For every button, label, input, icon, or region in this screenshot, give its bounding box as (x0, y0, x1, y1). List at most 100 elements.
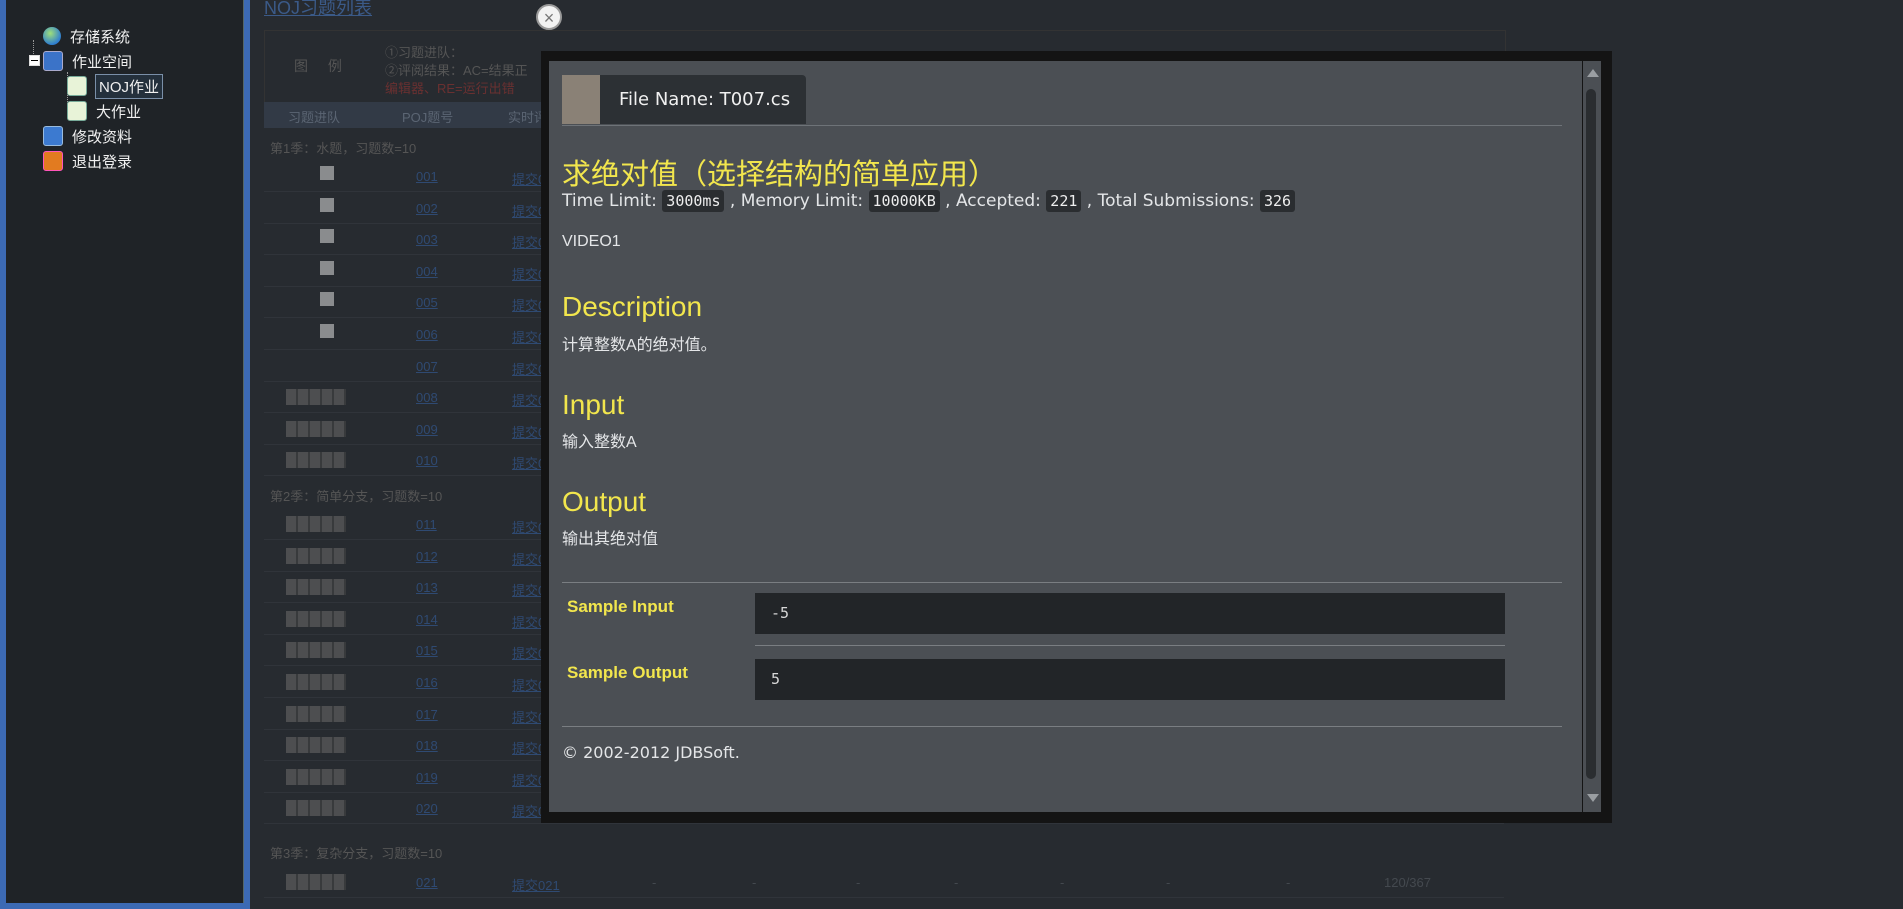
problem-number[interactable]: 017 (416, 707, 438, 722)
problem-number[interactable]: 015 (416, 643, 438, 658)
page-title[interactable]: NOJ习题列表 (264, 0, 372, 20)
tree-item-label: 修改资料 (72, 128, 133, 146)
close-icon[interactable]: × (536, 4, 562, 30)
tree-item-label: NOJ作业 (94, 73, 164, 99)
completed-check-icon (320, 166, 334, 180)
problem-number[interactable]: 011 (416, 517, 437, 532)
total-submissions-label: , Total Submissions: (1086, 191, 1255, 211)
problem-number[interactable]: 003 (416, 232, 438, 247)
total-submissions-value: 326 (1259, 190, 1296, 212)
problem-number[interactable]: 021 (416, 875, 438, 890)
table-cell: - (1060, 875, 1065, 890)
file-tab-strip: File Name: T007.cs (562, 75, 1562, 126)
progress-arrows-icon (286, 737, 346, 754)
progress-arrows-icon (286, 547, 346, 564)
tree-item-label: 存储系统 (70, 28, 131, 46)
progress-arrows-icon (286, 516, 346, 532)
legend-text: ②评阅结果：AC=结果正 (385, 63, 528, 78)
tree-item-logout[interactable]: 退出登录 (43, 150, 132, 172)
navigation-tree: 存储系统 作业空间 NOJ作业 大作业 修改资料 退出登录 (6, 0, 244, 903)
problem-number[interactable]: 014 (416, 612, 438, 627)
problem-number[interactable]: 004 (416, 264, 438, 279)
problem-number[interactable]: 001 (416, 169, 438, 184)
problem-number[interactable]: 005 (416, 295, 438, 310)
legend-label: 图 例 (294, 58, 350, 74)
tree-item-workspace[interactable]: 作业空间 (43, 50, 132, 72)
tree-item-storage[interactable]: 存储系统 (43, 25, 130, 47)
time-limit-value: 3000ms (662, 190, 725, 212)
tab-file-name[interactable]: File Name: T007.cs (600, 75, 806, 124)
problem-number[interactable]: 006 (416, 327, 438, 342)
table-cell: - (752, 875, 757, 890)
submit-link[interactable]: 提交021 (512, 875, 560, 894)
globe-icon (43, 27, 61, 45)
output-heading: Output (562, 486, 647, 517)
problem-number[interactable]: 007 (416, 359, 438, 374)
tree-item-edit-profile[interactable]: 修改资料 (43, 125, 132, 147)
column-header: 习题进队 (288, 110, 341, 125)
problem-title: 求绝对值（选择结构的简单应用） (562, 157, 998, 191)
table-cell: - (954, 875, 959, 890)
problem-number[interactable]: 002 (416, 201, 438, 216)
table-row: 021 提交021 - - - - - - - 120/367 (264, 866, 1504, 898)
divider (755, 645, 1505, 646)
progress-arrows-icon (286, 674, 346, 690)
scroll-down-arrow-icon[interactable] (1587, 794, 1599, 802)
progress-arrows-icon (286, 874, 346, 890)
time-limit-label: Time Limit: (562, 191, 657, 211)
output-text: 输出其绝对值 (562, 531, 659, 548)
workspace-icon (43, 51, 63, 71)
divider (562, 582, 1562, 583)
table-cell: - (1286, 875, 1291, 890)
progress-arrows-icon (286, 389, 346, 406)
table-cell: - (652, 875, 657, 890)
problem-number[interactable]: 019 (416, 770, 438, 785)
progress-arrows-icon (286, 768, 346, 785)
completed-check-icon (320, 229, 334, 244)
progress-arrows-icon (286, 610, 346, 627)
problem-number[interactable]: 016 (416, 675, 438, 690)
tree-item-big-homework[interactable]: 大作业 (67, 100, 141, 122)
modal-scrollbar[interactable] (1583, 61, 1601, 812)
progress-arrows-icon (286, 800, 346, 817)
completed-check-icon (320, 292, 334, 307)
document-icon (67, 101, 87, 121)
problem-number[interactable]: 012 (416, 549, 438, 564)
accepted-value: 221 (1046, 190, 1082, 212)
problem-number[interactable]: 013 (416, 580, 438, 595)
tree-item-label: 作业空间 (72, 53, 133, 71)
season-heading: 第1季：水题，习题数=10 (270, 141, 417, 156)
tree-item-label: 大作业 (96, 103, 142, 121)
accepted-label: , Accepted: (945, 191, 1041, 211)
problem-number[interactable]: 008 (416, 390, 438, 405)
edit-profile-icon (43, 126, 63, 146)
problem-number[interactable]: 009 (416, 422, 438, 437)
document-icon (67, 76, 87, 96)
progress-arrows-icon (286, 420, 346, 437)
progress-arrows-icon (286, 579, 346, 596)
description-heading: Description (562, 291, 703, 322)
sample-input-label: Sample Input (567, 597, 674, 616)
problem-number[interactable]: 020 (416, 801, 438, 816)
copyright-footer: © 2002-2012 JDBSoft. (562, 743, 740, 762)
column-header: POJ题号 (402, 110, 454, 125)
memory-limit-label: , Memory Limit: (729, 191, 864, 211)
divider (562, 726, 1562, 727)
problem-source: VIDEO1 (562, 233, 621, 250)
problem-modal: File Name: T007.cs 求绝对值（选择结构的简单应用） Time … (549, 61, 1582, 812)
table-cell: - (856, 875, 861, 890)
scroll-thumb[interactable] (1586, 89, 1596, 779)
collapse-toggle[interactable] (29, 55, 40, 66)
progress-arrows-icon (286, 642, 346, 659)
completed-check-icon (320, 197, 334, 212)
tree-item-noj-homework[interactable]: NOJ作业 (67, 73, 164, 99)
completed-check-icon (320, 324, 334, 338)
scroll-up-arrow-icon[interactable] (1587, 69, 1599, 77)
completed-check-icon (320, 260, 334, 275)
table-cell: - (1166, 875, 1171, 890)
progress-arrows-icon (286, 705, 346, 722)
problem-number[interactable]: 018 (416, 738, 438, 753)
season-heading: 第2季：简单分支，习题数=10 (270, 489, 443, 504)
tab-color-swatch[interactable] (562, 75, 600, 124)
problem-number[interactable]: 010 (416, 453, 438, 468)
